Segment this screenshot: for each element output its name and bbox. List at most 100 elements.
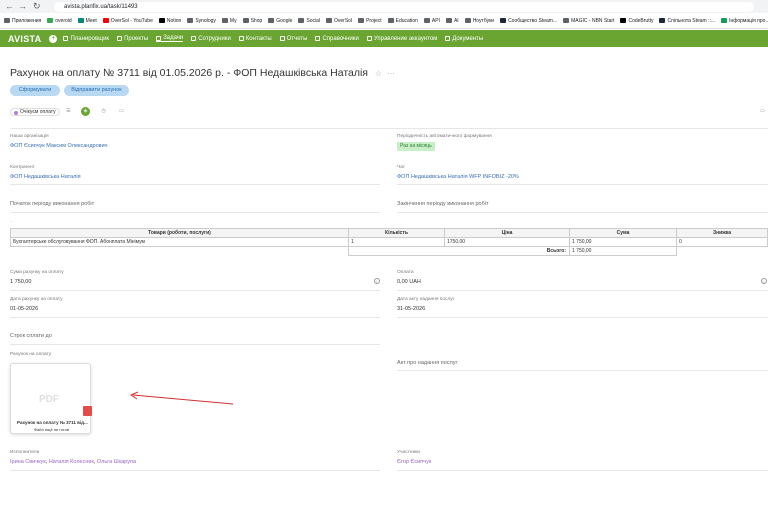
- deadline-field[interactable]: Строк сплати до: [10, 333, 52, 339]
- bookmark-item[interactable]: Сообщество Steam...: [500, 18, 557, 24]
- invoice-label: Рахунок на оплату: [10, 352, 52, 357]
- bookmark-item[interactable]: AI: [445, 17, 459, 24]
- address-bar[interactable]: avista.planfix.ua/task/11493: [54, 2, 754, 12]
- bookmark-label: API: [431, 17, 440, 24]
- bookmark-icon: [47, 18, 54, 23]
- bookmark-icon: [158, 18, 165, 23]
- bookmark-icon: [326, 18, 333, 23]
- cell-sum[interactable]: 1 750,00: [569, 237, 677, 247]
- bookmark-item[interactable]: CodeBrutty: [620, 18, 653, 24]
- bookmark-label: Приложения: [12, 17, 42, 24]
- nav-item[interactable]: Проекты: [117, 35, 148, 42]
- bookmark-label: Shop: [250, 17, 263, 24]
- executor-link[interactable]: Ольга Шкарупа: [97, 459, 136, 465]
- cell-qty[interactable]: 1: [348, 237, 445, 247]
- bookmark-item[interactable]: Приложения: [4, 18, 41, 24]
- panel-toggle-icon[interactable]: ▭: [758, 107, 767, 116]
- col-sum: Сума: [569, 228, 677, 238]
- nav-item[interactable]: Планировщик: [63, 35, 109, 42]
- org-value[interactable]: ФОП Єсипчук Максим Олександрович: [10, 143, 108, 149]
- list-icon[interactable]: ☰: [64, 107, 73, 116]
- more-icon[interactable]: ···: [387, 69, 395, 78]
- divider: [397, 370, 768, 371]
- bookmark-item[interactable]: Meet: [77, 18, 97, 24]
- bookmark-label: Спільнота Steam ::...: [667, 17, 716, 24]
- bookmark-item[interactable]: Ноутбуки: [464, 18, 494, 24]
- reload-icon[interactable]: ↻: [33, 2, 41, 11]
- nav-icon: [156, 35, 162, 41]
- act-field[interactable]: Акт про надання послуг: [397, 360, 458, 366]
- star-icon[interactable]: ☆: [375, 69, 382, 78]
- nav-item[interactable]: Контакты: [238, 35, 272, 42]
- invoice-attachment[interactable]: PDF Рахунок на оплату № 3711 від... Файл…: [10, 363, 92, 434]
- nav-label: Планировщик: [70, 35, 110, 42]
- contractor-value[interactable]: ФОП Недашківська Наталія: [10, 174, 81, 180]
- form-button[interactable]: Сформувати: [10, 85, 60, 96]
- nav-item[interactable]: Отчеты: [279, 35, 307, 42]
- bookmark-label: overoid: [55, 17, 72, 24]
- bookmark-item[interactable]: OverSol - YouTube: [102, 17, 153, 24]
- bookmark-item[interactable]: Shop: [242, 17, 263, 24]
- bookmark-icon: [221, 18, 228, 23]
- bookmark-icon: [563, 18, 570, 23]
- bookmark-item[interactable]: Google: [268, 18, 292, 24]
- nav-item[interactable]: Документы: [445, 35, 483, 42]
- bookmark-item[interactable]: MAGIC - NBN Start: [563, 18, 614, 24]
- forward-icon[interactable]: →: [18, 2, 27, 11]
- executor-link[interactable]: Ірина Свичкук: [10, 459, 46, 465]
- nav-item[interactable]: Сотрудники: [191, 35, 231, 42]
- bookmark-item[interactable]: Project: [358, 18, 382, 24]
- nav-item[interactable]: Управление аккаунтом: [366, 35, 437, 42]
- chat-value[interactable]: ФОП Недашківська Наталія WFP INFOBIZ -20…: [397, 174, 519, 180]
- period-badge[interactable]: Раз на місяць: [397, 142, 435, 151]
- bookmark-item[interactable]: OverSol: [326, 18, 352, 24]
- nav-item[interactable]: Справочники: [315, 35, 359, 42]
- start-period-field[interactable]: Початок періоду виконання робіт: [10, 201, 94, 207]
- task-type-icon[interactable]: ◈: [81, 107, 90, 116]
- bookmark-icon: [102, 18, 109, 23]
- add-icon[interactable]: +: [49, 34, 58, 43]
- end-period-field[interactable]: Закінчення періоду виконання робіт: [397, 201, 489, 207]
- back-icon[interactable]: ←: [5, 2, 14, 11]
- bookmark-label: Synology: [195, 17, 216, 24]
- sum-label: Сума рахунку на оплату: [10, 270, 64, 275]
- paid-value: 0,00 UAH: [397, 279, 421, 285]
- bookmark-item[interactable]: Інформація про...: [721, 18, 768, 24]
- bookmark-item[interactable]: Notion: [158, 18, 181, 24]
- bookmark-item[interactable]: Education: [387, 17, 418, 24]
- task-title: Рахунок на оплату № 3711 від 01.05.2026 …: [10, 67, 368, 79]
- send-invoice-button[interactable]: Відправити рахунок: [64, 85, 129, 96]
- bookmark-icon: [423, 18, 430, 23]
- date-value[interactable]: 01-05-2026: [10, 306, 38, 312]
- bookmark-item[interactable]: overoid: [47, 17, 72, 24]
- clock-icon[interactable]: ◷: [99, 107, 108, 116]
- table-row[interactable]: Бухгалтерське обслуговування ФОП. Абонпл…: [10, 237, 768, 247]
- bookmark-label: Project: [366, 17, 382, 24]
- bookmark-item[interactable]: API: [423, 17, 440, 24]
- bookmark-item[interactable]: My: [221, 18, 237, 24]
- nav-item[interactable]: Задачи: [156, 35, 184, 42]
- executor-link[interactable]: Наталія Колесник: [49, 459, 94, 465]
- nav-icon: [445, 36, 451, 41]
- act-date-value[interactable]: 31-05-2026: [397, 306, 425, 312]
- cell-price[interactable]: 1750,00: [444, 237, 570, 247]
- logo: AVISTA: [8, 33, 42, 44]
- info-icon[interactable]: i: [374, 278, 380, 284]
- bookmark-item[interactable]: Synology: [187, 18, 216, 24]
- bookmark-icon: [77, 18, 84, 23]
- comment-icon[interactable]: ▭: [117, 107, 126, 116]
- cell-discount[interactable]: 0: [676, 237, 768, 247]
- info-icon[interactable]: i: [761, 278, 767, 284]
- bookmark-label: AI: [453, 17, 459, 24]
- attachment-name: Рахунок на оплату № 3711 від...: [17, 420, 88, 425]
- bookmark-icon: [187, 18, 194, 23]
- participant-link[interactable]: Єгор Єсипчук: [397, 459, 431, 465]
- bookmark-icon: [358, 18, 365, 23]
- nav-icon: [315, 36, 321, 41]
- cell-goods[interactable]: Бухгалтерське обслуговування ФОП. Абонпл…: [10, 237, 349, 247]
- bookmark-item[interactable]: Спільнота Steam ::...: [659, 18, 715, 24]
- bookmark-label: OverSol - YouTube: [110, 17, 153, 24]
- status-badge[interactable]: Очікуєм оплату: [10, 108, 60, 116]
- bookmark-label: Education: [395, 17, 418, 24]
- bookmark-item[interactable]: Social: [298, 18, 320, 24]
